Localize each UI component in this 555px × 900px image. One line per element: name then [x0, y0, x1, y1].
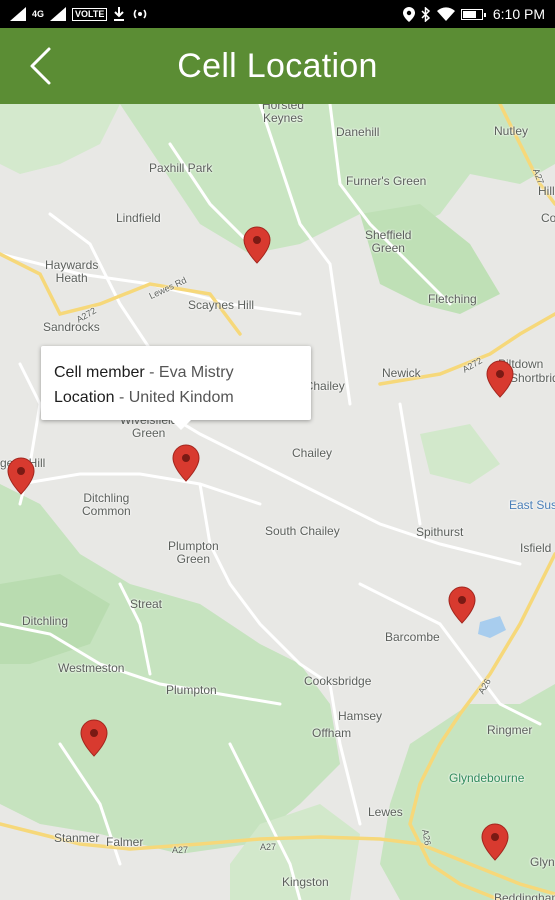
- place-label: Spithurst: [416, 525, 464, 539]
- map-pin-icon: [172, 444, 200, 482]
- member-value: Eva Mistry: [158, 364, 234, 381]
- place-label: South Chailey: [265, 524, 340, 538]
- volte-badge: VOLTE: [72, 7, 108, 21]
- info-window[interactable]: Cell member - Eva Mistry Location - Unit…: [41, 346, 311, 430]
- download-icon: [114, 7, 125, 21]
- wifi-icon: [436, 7, 455, 21]
- map-pin[interactable]: [80, 719, 108, 757]
- status-left: 4G VOLTE: [10, 7, 149, 21]
- map-pin[interactable]: [481, 823, 509, 861]
- member-separator: -: [144, 364, 159, 381]
- member-label: Cell member: [54, 364, 145, 381]
- place-label: Ditchling: [22, 614, 69, 628]
- place-label: Chailey: [292, 446, 333, 460]
- place-label: Co: [541, 211, 555, 225]
- signal-icon: [10, 7, 26, 21]
- chevron-left-icon: [30, 47, 51, 85]
- place-label: Ditchling Common: [82, 491, 131, 518]
- place-label: Streat: [130, 597, 163, 611]
- status-right: 6:10 PM: [402, 6, 545, 22]
- place-label: Glyn: [530, 855, 555, 869]
- location-icon: [402, 6, 415, 22]
- place-label: Hill: [538, 184, 555, 198]
- location-value: United Kindom: [128, 389, 234, 406]
- place-label: Horsted Keynes: [262, 104, 305, 125]
- place-label: East Sus: [509, 498, 555, 512]
- map-pin-icon: [486, 360, 514, 398]
- map-pin[interactable]: [172, 444, 200, 482]
- place-label: Haywards Heath: [45, 258, 99, 285]
- place-label: Plumpton: [166, 683, 217, 697]
- place-label: Isfield: [520, 541, 552, 555]
- place-label: Kingston: [282, 875, 329, 889]
- road-a272-left: [0, 252, 242, 336]
- back-button[interactable]: [18, 42, 62, 90]
- woodland-area: [420, 424, 500, 484]
- place-label: Shortbridg: [510, 371, 555, 385]
- road-label: A27: [172, 845, 189, 855]
- page-title: Cell Location: [177, 46, 378, 85]
- place-label: Falmer: [106, 835, 144, 849]
- location-label: Location: [54, 389, 115, 406]
- status-time: 6:10 PM: [492, 6, 545, 22]
- hotspot-icon: [134, 9, 147, 19]
- map-view[interactable]: Horsted Keynes Danehill Nutley Paxhill P…: [0, 104, 555, 900]
- network-type: 4G: [32, 8, 45, 19]
- place-label: Fletching: [428, 292, 477, 306]
- place-label: Westmeston: [58, 661, 125, 675]
- place-label: Offham: [312, 726, 352, 740]
- place-label: Stanmer: [54, 831, 100, 845]
- place-label: Barcombe: [385, 630, 440, 644]
- map-pin[interactable]: [486, 360, 514, 398]
- place-label: Beddingham: [494, 891, 555, 900]
- bluetooth-icon: [421, 6, 430, 22]
- location-separator: -: [114, 389, 129, 406]
- status-bar: 4G VOLTE 6:10 PM: [0, 0, 555, 28]
- place-label: Hamsey: [338, 709, 383, 723]
- map-pin[interactable]: [448, 586, 476, 624]
- road-label: A27: [260, 842, 277, 852]
- place-label: Lindfield: [116, 211, 161, 225]
- info-location-row: Location - United Kindom: [54, 385, 298, 410]
- place-label: Nutley: [494, 124, 529, 138]
- place-label: Scaynes Hill: [188, 298, 255, 312]
- place-label: Furner's Green: [346, 174, 427, 188]
- map-pin-icon: [448, 586, 476, 624]
- place-label: Newick: [382, 366, 421, 380]
- woodland-area: [0, 104, 120, 174]
- road-label: A26: [420, 828, 433, 847]
- battery-icon: [460, 8, 486, 20]
- place-label: Glyndebourne: [449, 771, 525, 785]
- app-bar: Cell Location: [0, 28, 555, 104]
- place-label: Paxhill Park: [149, 161, 213, 175]
- place-label: Lewes: [368, 805, 403, 819]
- place-label: Cooksbridge: [304, 674, 372, 688]
- place-label: Danehill: [336, 125, 380, 139]
- signal-icon: [50, 7, 67, 21]
- map-pin-icon: [481, 823, 509, 861]
- map-pin-icon: [80, 719, 108, 757]
- place-label: Sandrocks: [43, 320, 100, 334]
- map-pin-icon: [7, 457, 35, 495]
- map-pin[interactable]: [7, 457, 35, 495]
- place-label: Plumpton Green: [168, 539, 219, 566]
- map-pin-icon: [243, 226, 271, 264]
- map-pin[interactable]: [243, 226, 271, 264]
- place-label: Sheffield Green: [365, 228, 412, 255]
- info-member-row: Cell member - Eva Mistry: [54, 360, 298, 385]
- woodland-area: [380, 684, 555, 900]
- place-label: Ringmer: [487, 723, 533, 737]
- reservoir: [478, 616, 506, 638]
- battery-fill: [462, 10, 476, 18]
